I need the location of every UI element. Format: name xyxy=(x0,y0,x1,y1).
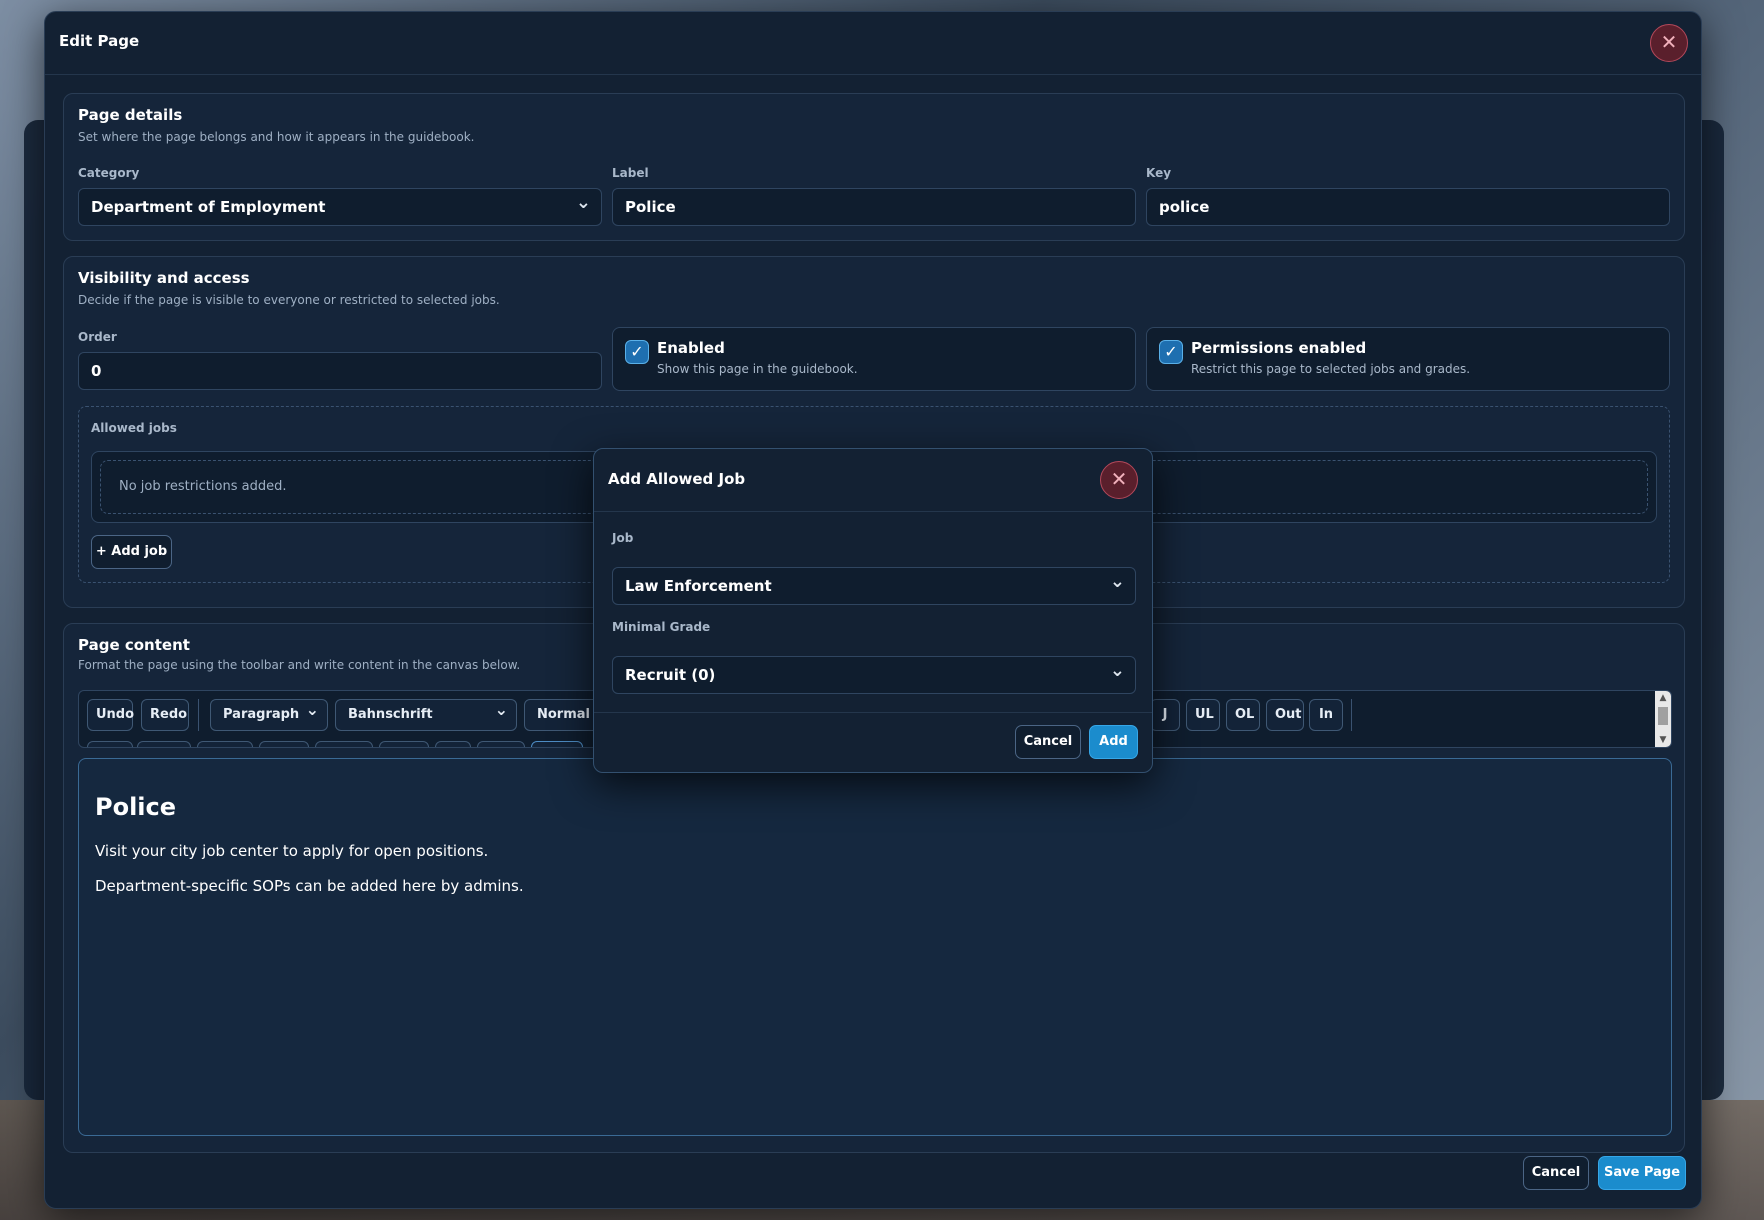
job-select[interactable]: Law Enforcement xyxy=(612,564,1136,605)
close-icon: ✕ xyxy=(1660,30,1678,54)
unordered-list-button[interactable]: UL xyxy=(1186,699,1220,731)
job-label: Job xyxy=(612,531,634,545)
content-canvas[interactable]: Police Visit your city job center to app… xyxy=(78,758,1672,1136)
cancel-button[interactable]: Cancel xyxy=(1523,1156,1589,1190)
category-value: Department of Employment xyxy=(91,198,326,216)
no-jobs-text: No job restrictions added. xyxy=(119,479,287,494)
page-content-title: Page content xyxy=(78,636,190,654)
ordered-list-button[interactable]: OL xyxy=(1226,699,1260,731)
key-input[interactable]: police xyxy=(1146,188,1670,226)
toolbar-row2-button[interactable] xyxy=(435,741,471,747)
enabled-checkbox[interactable]: ✓ xyxy=(625,340,649,364)
modal-title: Edit Page xyxy=(59,32,140,50)
close-icon: ✕ xyxy=(1110,467,1128,491)
dialog-divider xyxy=(594,712,1152,713)
visibility-title: Visibility and access xyxy=(78,269,250,287)
order-value: 0 xyxy=(91,362,102,380)
grade-select[interactable]: Recruit (0) xyxy=(612,653,1136,694)
category-label: Category xyxy=(78,166,140,180)
font-size-value: Normal xyxy=(537,707,590,722)
block-format-select[interactable]: Paragraph xyxy=(210,695,328,731)
dialog-cancel-button[interactable]: Cancel xyxy=(1015,725,1081,759)
modal-header: Edit Page ✕ xyxy=(45,12,1701,75)
page-details-section: Page details Set where the page belongs … xyxy=(63,93,1685,241)
key-label: Key xyxy=(1146,166,1172,180)
category-select[interactable]: Department of Employment xyxy=(78,185,602,226)
toolbar-row2-button[interactable] xyxy=(197,741,253,747)
indent-button[interactable]: In xyxy=(1309,699,1343,731)
enabled-subtitle: Show this page in the guidebook. xyxy=(657,362,858,376)
toolbar-row2-button[interactable] xyxy=(315,741,373,747)
grade-value: Recruit (0) xyxy=(625,666,716,684)
dialog-header: Add Allowed Job ✕ xyxy=(594,449,1152,512)
content-paragraph: Visit your city job center to apply for … xyxy=(95,842,489,860)
job-value: Law Enforcement xyxy=(625,577,772,595)
permissions-title: Permissions enabled xyxy=(1191,339,1367,357)
save-page-button[interactable]: Save Page xyxy=(1598,1156,1686,1190)
font-family-select[interactable]: Bahnschrift xyxy=(335,695,517,731)
add-allowed-job-dialog: Add Allowed Job ✕ Job Law Enforcement Mi… xyxy=(593,448,1153,773)
toolbar-row2-button[interactable] xyxy=(259,741,309,747)
allowed-jobs-label: Allowed jobs xyxy=(91,421,177,435)
add-job-button[interactable]: + Add job xyxy=(91,535,172,569)
dialog-add-button[interactable]: Add xyxy=(1089,725,1138,759)
page-details-subtitle: Set where the page belongs and how it ap… xyxy=(78,130,475,144)
justify-button[interactable]: J xyxy=(1150,699,1180,731)
content-paragraph: Department-specific SOPs can be added he… xyxy=(95,877,524,895)
permissions-toggle[interactable]: ✓ Permissions enabled Restrict this page… xyxy=(1146,327,1670,391)
redo-button[interactable]: Redo xyxy=(141,699,189,731)
grade-label: Minimal Grade xyxy=(612,620,711,634)
permissions-subtitle: Restrict this page to selected jobs and … xyxy=(1191,362,1471,376)
dialog-title: Add Allowed Job xyxy=(608,470,746,488)
scroll-down-icon[interactable]: ▼ xyxy=(1655,733,1671,747)
outdent-button[interactable]: Out xyxy=(1266,699,1304,731)
check-icon: ✓ xyxy=(1164,342,1178,361)
font-family-value: Bahnschrift xyxy=(348,707,433,722)
toolbar-scrollbar[interactable]: ▲ ▼ xyxy=(1655,691,1671,747)
order-label: Order xyxy=(78,330,117,344)
page-content-subtitle: Format the page using the toolbar and wr… xyxy=(78,658,521,672)
check-icon: ✓ xyxy=(630,342,644,361)
content-heading: Police xyxy=(95,793,177,821)
label-value: Police xyxy=(625,198,676,216)
toolbar-row2-button[interactable] xyxy=(477,741,525,747)
key-value: police xyxy=(1159,198,1210,216)
scroll-thumb[interactable] xyxy=(1658,707,1668,725)
undo-button[interactable]: Undo xyxy=(87,699,134,731)
toolbar-row2-button[interactable] xyxy=(137,741,191,747)
page-details-title: Page details xyxy=(78,106,183,124)
close-modal-button[interactable]: ✕ xyxy=(1650,24,1688,62)
enabled-title: Enabled xyxy=(657,339,725,357)
permissions-checkbox[interactable]: ✓ xyxy=(1159,340,1183,364)
order-input[interactable]: 0 xyxy=(78,352,602,390)
visibility-subtitle: Decide if the page is visible to everyon… xyxy=(78,293,500,307)
block-format-value: Paragraph xyxy=(223,707,300,722)
toolbar-divider xyxy=(1351,699,1352,731)
toolbar-row2-button[interactable] xyxy=(87,741,133,747)
enabled-toggle[interactable]: ✓ Enabled Show this page in the guideboo… xyxy=(612,327,1136,391)
toolbar-divider xyxy=(198,699,199,731)
toolbar-row2-button[interactable] xyxy=(379,741,429,747)
scroll-up-icon[interactable]: ▲ xyxy=(1655,691,1671,705)
label-input[interactable]: Police xyxy=(612,188,1136,226)
toolbar-row2-button[interactable] xyxy=(531,741,583,747)
close-dialog-button[interactable]: ✕ xyxy=(1100,461,1138,499)
label-label: Label xyxy=(612,166,649,180)
